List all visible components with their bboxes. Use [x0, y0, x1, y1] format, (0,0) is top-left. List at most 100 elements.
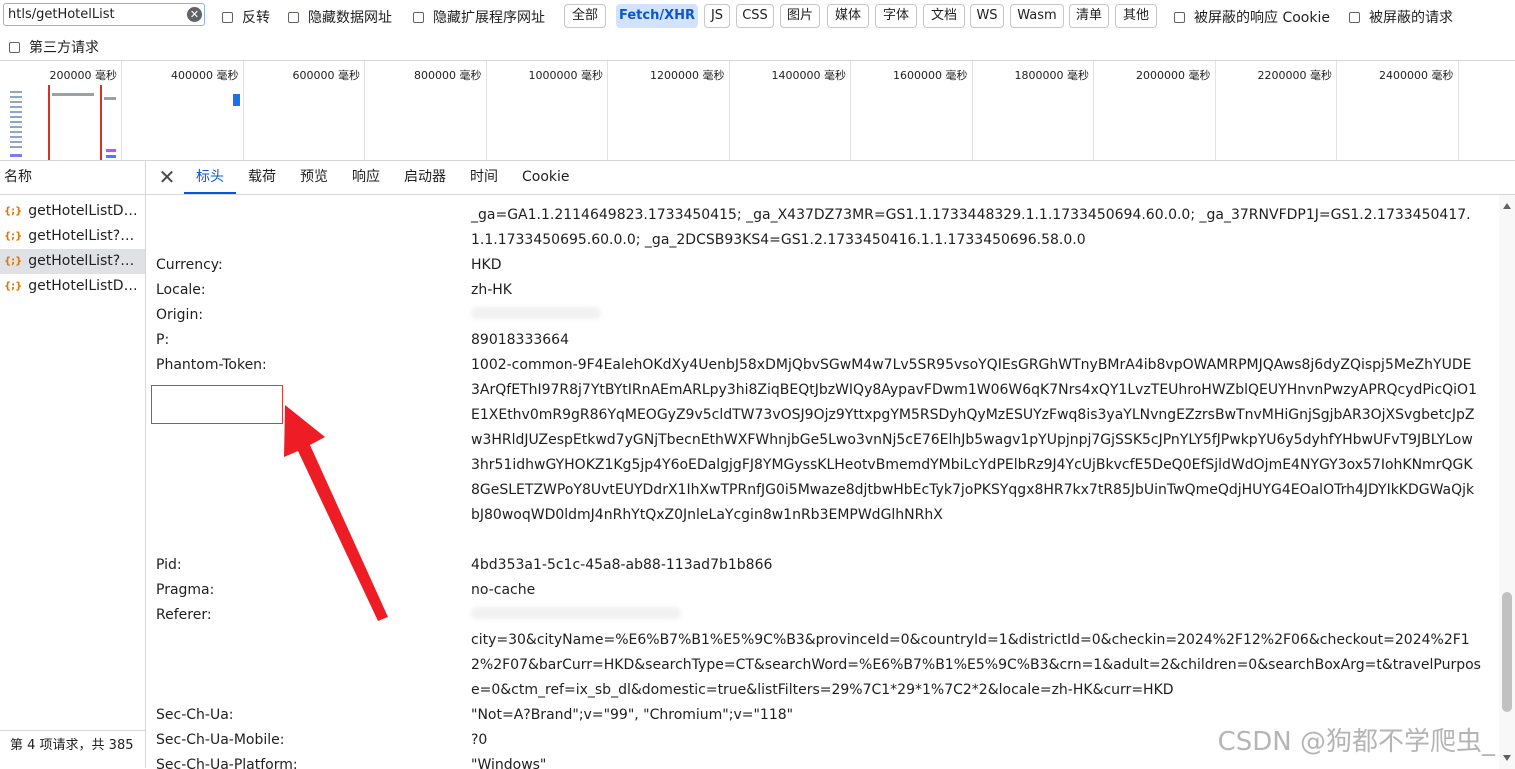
- request-row[interactable]: {;} getHotelList?x-...: [0, 224, 145, 249]
- filter-img-button[interactable]: 图片: [780, 4, 820, 28]
- header-value: no-cache: [471, 582, 536, 598]
- scroll-down-arrow-icon[interactable]: [1503, 755, 1511, 761]
- selection-start-marker[interactable]: [48, 85, 50, 160]
- header-value: 1002-common-9F4EalehOKdXy4UenbJ58xDMjQbv…: [471, 357, 1477, 523]
- header-value: _ga=GA1.1.2114649823.1733450415; _ga_X43…: [471, 207, 1471, 248]
- checkbox-label: 隐藏扩展程序网址: [433, 10, 545, 26]
- phantom-token-highlight: [151, 385, 283, 424]
- watermark: CSDN @狗都不学爬虫_: [1217, 727, 1495, 757]
- timeline-gridline: [1214, 61, 1216, 160]
- tab-cookies[interactable]: Cookie: [510, 161, 582, 194]
- timeline-tick-label: 1800000 毫秒: [1014, 69, 1090, 82]
- timeline-tick-label: 200000 毫秒: [49, 69, 118, 82]
- request-bar: [104, 97, 116, 100]
- timeline-tick-label: 800000 毫秒: [414, 69, 482, 82]
- filter-css-button[interactable]: CSS: [736, 4, 774, 28]
- tab-timing[interactable]: 时间: [458, 161, 510, 194]
- tab-preview[interactable]: 预览: [288, 161, 340, 194]
- header-name: Phantom-Token:: [156, 357, 267, 373]
- header-name: Origin:: [156, 307, 204, 323]
- header-name: P:: [156, 332, 170, 348]
- details-tabbar: ✕ 标头 载荷 预览 响应 启动器 时间 Cookie: [146, 161, 1515, 195]
- scroll-up-arrow-icon[interactable]: [1503, 203, 1511, 209]
- timeline-gridline: [607, 61, 608, 160]
- tab-response[interactable]: 响应: [340, 161, 392, 194]
- timeline-tick-label: 1600000 毫秒: [893, 69, 968, 82]
- timeline-gridline: [1336, 61, 1337, 160]
- timeline-tick-label: 1400000 毫秒: [771, 69, 847, 82]
- header-value: city=30&cityName=%E6%B7%B1%E5%9C%B3&prov…: [471, 632, 1481, 698]
- redacted-blur: [471, 307, 601, 319]
- timeline-gridline: [728, 61, 730, 160]
- invert-checkbox[interactable]: 反转: [222, 7, 270, 27]
- request-bar: [106, 149, 116, 152]
- timeline-tick-label: 400000 毫秒: [171, 69, 239, 82]
- tab-headers[interactable]: 标头: [184, 161, 236, 194]
- timeline-gridline: [485, 61, 487, 160]
- checkbox-label: 第三方请求: [29, 40, 99, 56]
- request-name: getHotelListDy...: [28, 203, 141, 219]
- header-name: Sec-Ch-Ua-Mobile:: [156, 732, 285, 748]
- annotation-arrow-icon: [284, 405, 388, 621]
- tab-initiator[interactable]: 启动器: [392, 161, 458, 194]
- status-bar: 第 4 项请求，共 385: [0, 730, 145, 768]
- selection-end-marker[interactable]: [100, 85, 102, 160]
- header-value: zh-HK: [471, 282, 512, 298]
- request-list-panel: 名称 {;} getHotelListDy... {;} getHotelLis…: [0, 161, 146, 768]
- filter-js-button[interactable]: JS: [704, 4, 730, 28]
- blocked-requests-checkbox[interactable]: 被屏蔽的请求: [1349, 7, 1453, 27]
- request-row[interactable]: {;} getHotelListDy...: [0, 199, 145, 224]
- hide-data-urls-checkbox[interactable]: 隐藏数据网址: [288, 7, 392, 27]
- checkbox-icon: [288, 11, 299, 23]
- filter-font-button[interactable]: 字体: [875, 4, 917, 28]
- timeline-tick-label: 600000 毫秒: [292, 69, 361, 82]
- timeline-gridline: [242, 61, 244, 160]
- checkbox-icon: [9, 41, 20, 53]
- filter-fetch-xhr-button[interactable]: Fetch/XHR: [616, 4, 698, 28]
- xhr-icon: {;}: [4, 256, 23, 267]
- timeline-tick-label: 2200000 毫秒: [1257, 69, 1333, 82]
- hide-extension-urls-checkbox[interactable]: 隐藏扩展程序网址: [413, 7, 545, 27]
- header-name: Pid:: [156, 557, 182, 573]
- vertical-scrollbar[interactable]: [1499, 195, 1515, 769]
- request-row[interactable]: {;} getHotelListDy...: [0, 274, 145, 299]
- filter-doc-button[interactable]: 文档: [923, 4, 965, 28]
- timeline-gridline: [1457, 61, 1459, 160]
- scroll-thumb[interactable]: [1502, 592, 1512, 712]
- filter-media-button[interactable]: 媒体: [827, 4, 869, 28]
- filter-search-box[interactable]: ✕: [3, 3, 205, 26]
- request-name: getHotelListDy...: [28, 278, 141, 294]
- name-column-header[interactable]: 名称: [0, 161, 145, 195]
- header-value-redacted: [471, 603, 1481, 628]
- request-bar: [52, 93, 94, 96]
- filter-all-button[interactable]: 全部: [564, 4, 606, 28]
- timeline-gridline: [121, 61, 122, 160]
- blocked-response-cookies-checkbox[interactable]: 被屏蔽的响应 Cookie: [1174, 7, 1330, 27]
- request-bar: [233, 94, 240, 106]
- filter-wasm-button[interactable]: Wasm: [1010, 4, 1064, 28]
- clear-icon[interactable]: ✕: [187, 7, 202, 22]
- timeline-gridline: [850, 61, 851, 160]
- filter-bar: ✕ 反转 隐藏数据网址 隐藏扩展程序网址 全部 Fetch/XHR JS CSS…: [0, 0, 1515, 61]
- tab-payload[interactable]: 载荷: [236, 161, 288, 194]
- request-bar: [106, 155, 116, 158]
- request-row-selected[interactable]: {;} getHotelList?x-...: [0, 249, 145, 274]
- checkbox-label: 隐藏数据网址: [308, 10, 392, 26]
- timeline-gridline: [971, 61, 973, 160]
- checkbox-label: 被屏蔽的请求: [1369, 10, 1453, 26]
- overview-timeline[interactable]: 200000 毫秒 400000 毫秒 600000 毫秒 800000 毫秒 1000…: [0, 61, 1515, 161]
- checkbox-icon: [1174, 11, 1185, 23]
- filter-input[interactable]: [4, 7, 178, 22]
- header-name: Currency:: [156, 257, 223, 273]
- header-value-redacted: [471, 303, 1481, 328]
- close-icon[interactable]: ✕: [158, 161, 176, 194]
- request-name: getHotelList?x-...: [28, 253, 141, 269]
- request-name: getHotelList?x-...: [28, 228, 141, 244]
- third-party-checkbox[interactable]: 第三方请求: [9, 37, 99, 57]
- filter-manifest-button[interactable]: 清单: [1069, 4, 1109, 28]
- header-name: Sec-Ch-Ua:: [156, 707, 234, 723]
- header-value: 4bd353a1-5c1c-45a8-ab88-113ad7b1b866: [471, 557, 773, 573]
- filter-ws-button[interactable]: WS: [970, 4, 1004, 28]
- filter-other-button[interactable]: 其他: [1115, 4, 1157, 28]
- header-name: Pragma:: [156, 582, 215, 598]
